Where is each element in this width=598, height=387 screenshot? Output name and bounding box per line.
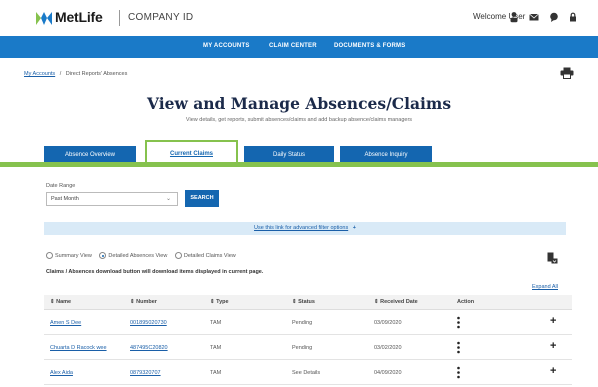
header-status[interactable]: ⇕ Status (292, 299, 315, 305)
lock-icon[interactable] (567, 11, 579, 23)
sort-icon: ⇕ (374, 299, 379, 305)
radio-label-summary: Summary View (55, 252, 92, 259)
download-icon[interactable] (547, 252, 558, 264)
metlife-logo-icon (36, 12, 52, 25)
cell-status: Pending (292, 345, 313, 351)
company-id-label: COMPANY ID (128, 12, 194, 23)
nav-documents-forms[interactable]: DOCUMENTS & FORMS (334, 43, 405, 49)
cell-number[interactable]: 0879320707 (130, 370, 161, 376)
cell-status: Pending (292, 320, 313, 326)
sort-icon: ⇕ (292, 299, 297, 305)
cell-received-date: 04/09/2020 (374, 370, 402, 376)
download-note: Claims / Absences download button will d… (46, 269, 264, 275)
header-action: Action (457, 299, 475, 305)
advanced-filter-bar: Use this link for advanced filter option… (44, 222, 566, 235)
advanced-filter-link[interactable]: Use this link for advanced filter option… (254, 225, 348, 231)
header-received-date[interactable]: ⇕ Received Date (374, 299, 418, 305)
radio-summary-view[interactable] (46, 252, 53, 259)
breadcrumb-separator: / (59, 71, 62, 77)
cell-number[interactable]: 487495C20820 (130, 345, 168, 351)
sort-icon: ⇕ (50, 299, 55, 305)
cell-received-date: 03/02/2020 (374, 345, 402, 351)
nav-my-accounts[interactable]: MY ACCOUNTS (203, 43, 250, 49)
expand-row-plus-icon[interactable]: + (550, 315, 556, 327)
sort-icon: ⇕ (130, 299, 135, 305)
chevron-down-icon: ⌄ (165, 196, 171, 202)
table-row: Alex Aida 0879320707 TAM See Details 04/… (44, 361, 572, 385)
cell-name[interactable]: Amen S Dee (50, 320, 81, 326)
table-row: Chuarta D Racock wee 487495C20820 TAM Pe… (44, 336, 572, 360)
radio-label-detailed-absences: Detailed Absences View (108, 252, 168, 259)
expand-plus-icon[interactable]: + (353, 225, 356, 231)
page-subtitle: View details, get reports, submit absenc… (185, 117, 413, 123)
radio-label-detailed-claims: Detailed Claims View (183, 252, 236, 259)
logo-divider (119, 10, 120, 26)
kebab-menu-icon[interactable] (457, 316, 460, 329)
view-options: Summary View Detailed Absences View Deta… (46, 252, 242, 259)
cell-received-date: 03/09/2020 (374, 320, 402, 326)
expand-row-plus-icon[interactable]: + (550, 365, 556, 377)
top-header: MetLife COMPANY ID Welcome User (0, 0, 598, 36)
search-button[interactable]: SEARCH (185, 190, 219, 207)
date-range-value: Past Month (51, 196, 79, 202)
main-nav: MY ACCOUNTS CLAIM CENTER DOCUMENTS & FOR… (0, 36, 598, 58)
chat-icon[interactable] (548, 11, 560, 23)
breadcrumb-current: Direct Reports' Absences (65, 71, 128, 77)
header-type[interactable]: ⇕ Type (210, 299, 229, 305)
cell-type: TAM (210, 370, 222, 376)
cell-type: TAM (210, 345, 222, 351)
breadcrumb-my-accounts[interactable]: My Accounts (24, 71, 55, 77)
radio-detailed-absences-view[interactable] (99, 252, 107, 259)
date-range-select[interactable]: Past Month ⌄ (46, 192, 178, 206)
tab-current-claims[interactable]: Current Claims (145, 140, 238, 164)
cell-name[interactable]: Chuarta D Racock wee (50, 345, 107, 351)
cell-type: TAM (210, 320, 222, 326)
kebab-menu-icon[interactable] (457, 341, 460, 354)
page-title: View and Manage Absences/Claims (146, 94, 452, 113)
sort-icon: ⇕ (210, 299, 215, 305)
cell-name[interactable]: Alex Aida (50, 370, 73, 376)
breadcrumb: My Accounts / Direct Reports' Absences (24, 71, 127, 77)
kebab-menu-icon[interactable] (457, 366, 460, 379)
printer-icon[interactable] (560, 67, 574, 79)
claims-table-header: ⇕ Name ⇕ Number ⇕ Type ⇕ Status ⇕ Receiv… (44, 295, 572, 310)
expand-row-plus-icon[interactable]: + (550, 340, 556, 352)
cell-number[interactable]: 001895020730 (130, 320, 167, 326)
expand-all-link[interactable]: Expand All (532, 284, 558, 290)
header-name[interactable]: ⇕ Name (50, 299, 71, 305)
brand-logo-text[interactable]: MetLife (55, 9, 103, 25)
cell-status: See Details (292, 370, 321, 376)
radio-detailed-claims-view[interactable] (174, 252, 182, 259)
user-icon[interactable] (508, 11, 520, 23)
mail-icon[interactable] (528, 11, 540, 23)
date-range-label: Date Range (46, 183, 76, 189)
table-row: Amen S Dee 001895020730 TAM Pending 03/0… (44, 311, 572, 335)
nav-claim-center[interactable]: CLAIM CENTER (269, 43, 317, 49)
header-number[interactable]: ⇕ Number (130, 299, 157, 305)
tab-underline (0, 162, 598, 167)
